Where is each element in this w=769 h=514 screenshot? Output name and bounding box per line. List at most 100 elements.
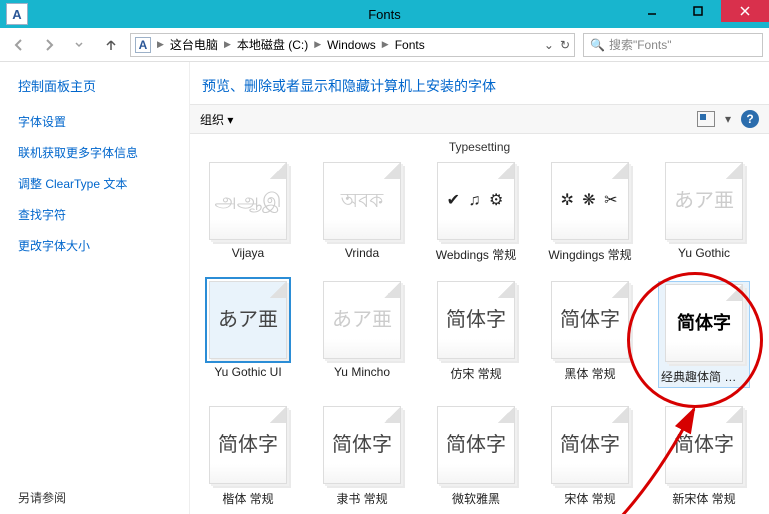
font-thumbnail: 简体字 (323, 406, 401, 484)
font-label: 宋体 常规 (544, 490, 636, 507)
font-preview-glyph: あア亜 (332, 310, 392, 330)
back-button[interactable] (6, 33, 32, 57)
font-thumbnail: あア亜 (323, 281, 401, 359)
font-label: Yu Gothic UI (202, 365, 294, 379)
font-preview-glyph: 简体字 (560, 310, 620, 330)
font-grid: Typesetting அஆஇ Vijaya অবকVrinda ✔ ♫ ⚙ Webdi… (190, 134, 769, 514)
page-title: 预览、删除或者显示和隐藏计算机上安装的字体 (202, 76, 757, 96)
breadcrumb[interactable]: Windows (327, 38, 376, 52)
font-preview-glyph: ✔ ♫ ⚙ (447, 193, 506, 209)
font-item[interactable]: 简体字新宋体 常规 (658, 406, 750, 507)
group-label: Typesetting (202, 140, 757, 154)
font-label: 楷体 常规 (202, 490, 294, 507)
breadcrumb[interactable]: 这台电脑 (170, 36, 218, 53)
font-item[interactable]: 简体字楷体 常规 (202, 406, 294, 507)
up-button[interactable] (100, 34, 122, 56)
minimize-button[interactable] (629, 0, 675, 22)
font-item[interactable]: あア亜 Yu Gothic (658, 162, 750, 263)
font-preview-glyph: 简体字 (674, 435, 734, 455)
sidebar: 控制面板主页 字体设置 联机获取更多字体信息 调整 ClearType 文本 查… (0, 62, 190, 514)
font-thumbnail: 简体字 (551, 406, 629, 484)
window-title: Fonts (368, 7, 401, 22)
main-panel: 预览、删除或者显示和隐藏计算机上安装的字体 组织 ▾ ▾ ? Typesetti… (190, 62, 769, 514)
font-thumbnail: ✔ ♫ ⚙ (437, 162, 515, 240)
app-icon: A (6, 3, 28, 25)
font-label: Vrinda (316, 246, 408, 260)
font-thumbnail: 简体字 (665, 406, 743, 484)
sidebar-item-font-size[interactable]: 更改字体大小 (18, 237, 171, 254)
font-preview-glyph: 简体字 (560, 435, 620, 455)
font-thumbnail: அஆஇ (209, 162, 287, 240)
font-preview-glyph: 简体字 (446, 435, 506, 455)
font-preview-glyph: 简体字 (446, 310, 506, 330)
organize-bar: 组织 ▾ ▾ ? (190, 104, 769, 134)
font-item[interactable]: ✔ ♫ ⚙ Webdings 常规 (430, 162, 522, 263)
font-item[interactable]: 简体字经典趣体简 常规 (658, 281, 750, 388)
address-bar[interactable]: A ▶ 这台电脑 ▶ 本地磁盘 (C:) ▶ Windows ▶ Fonts ⌄… (130, 33, 575, 57)
font-label: 微软雅黑 (430, 490, 522, 507)
chevron-right-icon: ▶ (382, 39, 389, 50)
organize-button[interactable]: 组织 ▾ (200, 111, 233, 128)
font-label: 经典趣体简 常规 (661, 368, 747, 385)
font-label: Webdings 常规 (430, 246, 522, 263)
breadcrumb[interactable]: Fonts (395, 38, 425, 52)
toolbar: A ▶ 这台电脑 ▶ 本地磁盘 (C:) ▶ Windows ▶ Fonts ⌄… (0, 28, 769, 62)
font-item[interactable]: 简体字微软雅黑 (430, 406, 522, 507)
font-label: 仿宋 常规 (430, 365, 522, 382)
font-label: 新宋体 常规 (658, 490, 750, 507)
search-placeholder: 搜索"Fonts" (609, 36, 672, 53)
font-label: 隶书 常规 (316, 490, 408, 507)
font-thumbnail: 简体字 (209, 406, 287, 484)
search-icon: 🔍 (590, 38, 605, 52)
font-item[interactable]: 简体字宋体 常规 (544, 406, 636, 507)
font-preview-glyph: 简体字 (218, 435, 278, 455)
breadcrumb[interactable]: 本地磁盘 (C:) (237, 36, 308, 53)
titlebar: A Fonts (0, 0, 769, 28)
font-label: Vijaya (202, 246, 294, 260)
refresh-icon[interactable]: ↻ (560, 38, 570, 52)
font-preview-glyph: அஆஇ (215, 191, 282, 211)
sidebar-header[interactable]: 控制面板主页 (18, 76, 171, 95)
sidebar-item-cleartype[interactable]: 调整 ClearType 文本 (18, 175, 171, 192)
font-item[interactable]: あア亜 Yu Mincho (316, 281, 408, 388)
maximize-button[interactable] (675, 0, 721, 22)
font-item[interactable]: 简体字隶书 常规 (316, 406, 408, 507)
view-options-button[interactable] (697, 111, 715, 127)
font-label: Yu Gothic (658, 246, 750, 260)
chevron-down-icon[interactable]: ▾ (725, 112, 731, 126)
close-button[interactable] (721, 0, 769, 22)
dropdown-icon[interactable]: ⌄ (544, 38, 554, 52)
sidebar-item-font-settings[interactable]: 字体设置 (18, 113, 171, 130)
font-thumbnail: 简体字 (665, 284, 743, 362)
search-input[interactable]: 🔍 搜索"Fonts" (583, 33, 763, 57)
chevron-right-icon: ▶ (224, 39, 231, 50)
chevron-right-icon: ▶ (157, 39, 164, 50)
font-item[interactable]: 简体字仿宋 常规 (430, 281, 522, 388)
font-label: 黑体 常规 (544, 365, 636, 382)
font-label: Wingdings 常规 (544, 246, 636, 263)
recent-dropdown[interactable] (66, 33, 92, 57)
font-thumbnail: 简体字 (437, 281, 515, 359)
font-item[interactable]: அஆஇ Vijaya (202, 162, 294, 263)
font-thumbnail: あア亜 (665, 162, 743, 240)
font-label: Yu Mincho (316, 365, 408, 379)
font-thumbnail: 简体字 (437, 406, 515, 484)
forward-button[interactable] (36, 33, 62, 57)
location-icon: A (135, 37, 151, 53)
sidebar-item-online-fonts[interactable]: 联机获取更多字体信息 (18, 144, 171, 161)
help-icon[interactable]: ? (741, 110, 759, 128)
font-preview-glyph: あア亜 (218, 310, 278, 330)
font-preview-glyph: 简体字 (332, 435, 392, 455)
font-preview-glyph: 简体字 (677, 314, 731, 332)
font-thumbnail: あア亜 (209, 281, 287, 359)
font-thumbnail: 简体字 (551, 281, 629, 359)
font-thumbnail: ✲ ❋ ✂ (551, 162, 629, 240)
font-item[interactable]: অবকVrinda (316, 162, 408, 263)
font-item[interactable]: 简体字黑体 常规 (544, 281, 636, 388)
sidebar-item-find-char[interactable]: 查找字符 (18, 206, 171, 223)
font-item[interactable]: あア亜 Yu Gothic UI (202, 281, 294, 388)
font-preview-glyph: ✲ ❋ ✂ (560, 193, 619, 209)
sidebar-footer: 另请参阅 (18, 489, 66, 506)
font-item[interactable]: ✲ ❋ ✂ Wingdings 常规 (544, 162, 636, 263)
font-preview-glyph: あア亜 (674, 191, 734, 211)
